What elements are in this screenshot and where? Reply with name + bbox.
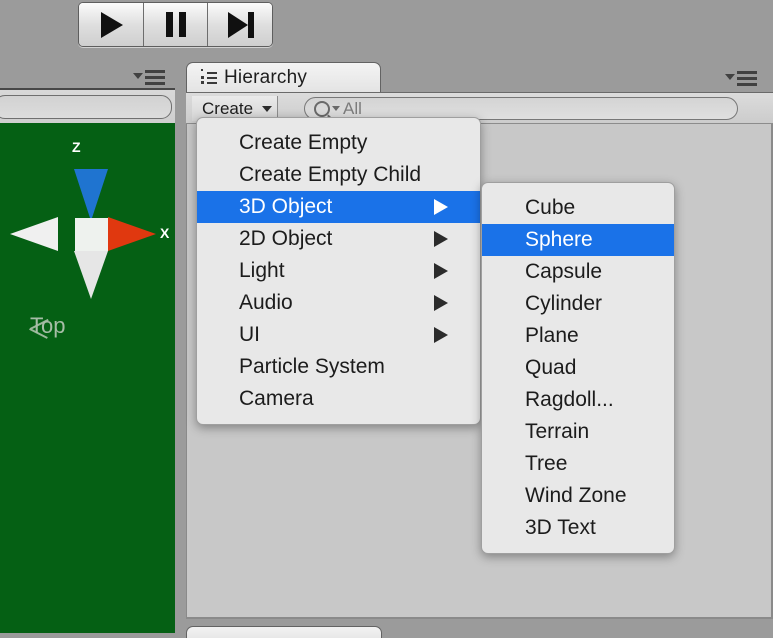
scene-search-input[interactable] — [0, 95, 172, 119]
chevron-right-icon — [434, 327, 448, 343]
hierarchy-panel-menu-icon[interactable] — [725, 70, 757, 86]
playback-controls — [78, 2, 273, 47]
submenu-item-plane[interactable]: Plane — [482, 320, 674, 352]
menu-item-label: Audio — [239, 291, 293, 314]
submenu-item-tree[interactable]: Tree — [482, 448, 674, 480]
gizmo-negx-axis-cone[interactable] — [10, 217, 58, 251]
search-icon — [314, 100, 330, 117]
pause-icon — [165, 12, 186, 37]
menu-item-label: Terrain — [525, 420, 590, 443]
play-icon — [101, 11, 124, 38]
menu-item-label: Sphere — [525, 228, 593, 251]
chevron-right-icon — [434, 199, 448, 215]
chevron-down-icon — [332, 106, 340, 111]
hierarchy-icon — [200, 68, 217, 85]
menu-item-label: Ragdoll... — [525, 388, 614, 411]
menu-item-label: 3D Object — [239, 195, 333, 218]
gizmo-center-cube[interactable] — [75, 218, 108, 251]
menu-item-light[interactable]: Light — [197, 255, 480, 287]
chevron-right-icon — [434, 231, 448, 247]
step-icon — [228, 11, 255, 38]
submenu-item-capsule[interactable]: Capsule — [482, 256, 674, 288]
menu-item-create-empty[interactable]: Create Empty — [197, 127, 480, 159]
scene-view-orientation-label: Top — [30, 313, 66, 338]
gizmo-x-label: X — [160, 225, 170, 241]
gizmo-z-label: Z — [72, 139, 81, 155]
menu-item-label: Cube — [525, 196, 576, 219]
submenu-item-cube[interactable]: Cube — [482, 192, 674, 224]
menu-item-audio[interactable]: Audio — [197, 287, 480, 319]
submenu-item-cylinder[interactable]: Cylinder — [482, 288, 674, 320]
menu-item-3d-object[interactable]: 3D Object — [197, 191, 480, 223]
menu-item-create-empty-child[interactable]: Create Empty Child — [197, 159, 480, 191]
chevron-down-icon — [133, 73, 143, 79]
menu-item-label: Quad — [525, 356, 577, 379]
three-d-object-submenu: Cube Sphere Capsule Cylinder Plane Quad Ragdol… — [481, 182, 675, 554]
menu-item-camera[interactable]: Camera — [197, 383, 480, 415]
scene-view-toolbar — [0, 88, 175, 125]
gizmo-x-axis-cone[interactable] — [108, 217, 156, 251]
menu-item-particle-system[interactable]: Particle System — [197, 351, 480, 383]
scene-view-panel: Z X Top — [0, 62, 175, 633]
chevron-right-icon — [434, 295, 448, 311]
chevron-down-icon — [725, 74, 735, 80]
gizmo-z-axis-cone[interactable] — [74, 169, 108, 221]
submenu-item-ragdoll[interactable]: Ragdoll... — [482, 384, 674, 416]
scene-orientation-gizmo[interactable]: Z X — [0, 133, 175, 333]
gizmo-negz-axis-cone[interactable] — [74, 251, 108, 299]
tab-hierarchy-label: Hierarchy — [224, 66, 308, 88]
menu-item-label: UI — [239, 323, 260, 346]
menu-item-ui[interactable]: UI — [197, 319, 480, 351]
submenu-item-sphere[interactable]: Sphere — [482, 224, 674, 256]
create-button-label: Create — [202, 98, 254, 118]
scene-viewport[interactable]: Z X Top — [0, 123, 175, 633]
menu-item-label: Camera — [239, 387, 314, 410]
submenu-item-terrain[interactable]: Terrain — [482, 416, 674, 448]
menu-item-label: Create Empty Child — [239, 163, 422, 186]
hamburger-icon — [737, 71, 757, 89]
play-button[interactable] — [79, 3, 143, 46]
menu-item-label: Cylinder — [525, 292, 603, 315]
menu-item-2d-object[interactable]: 2D Object — [197, 223, 480, 255]
pause-button[interactable] — [142, 3, 208, 46]
menu-item-label: Plane — [525, 324, 579, 347]
scene-panel-menu-icon[interactable] — [133, 69, 165, 85]
scene-panel-tabstrip — [0, 62, 175, 88]
bottom-panel-tab[interactable] — [186, 626, 382, 638]
menu-item-label: Tree — [525, 452, 568, 475]
chevron-right-icon — [434, 263, 448, 279]
hierarchy-search-value: All — [343, 98, 362, 118]
menu-item-label: Particle System — [239, 355, 385, 378]
submenu-item-wind-zone[interactable]: Wind Zone — [482, 480, 674, 512]
tab-hierarchy[interactable]: Hierarchy — [186, 62, 381, 92]
chevron-down-icon — [262, 105, 273, 112]
menu-item-label: Light — [239, 259, 285, 282]
hamburger-icon — [145, 70, 165, 88]
menu-item-label: 2D Object — [239, 227, 333, 250]
hierarchy-tabstrip: Hierarchy — [186, 62, 773, 92]
step-button[interactable] — [207, 3, 272, 46]
menu-item-label: Capsule — [525, 260, 603, 283]
unity-editor-window: Z X Top Hierarchy Create All Create Empt… — [0, 0, 773, 638]
menu-item-label: Wind Zone — [525, 484, 627, 507]
menu-item-label: 3D Text — [525, 516, 596, 539]
create-menu: Create Empty Create Empty Child 3D Object 2… — [196, 117, 481, 425]
menu-item-label: Create Empty — [239, 131, 368, 154]
submenu-item-3d-text[interactable]: 3D Text — [482, 512, 674, 544]
submenu-item-quad[interactable]: Quad — [482, 352, 674, 384]
top-toolbar — [0, 0, 773, 52]
